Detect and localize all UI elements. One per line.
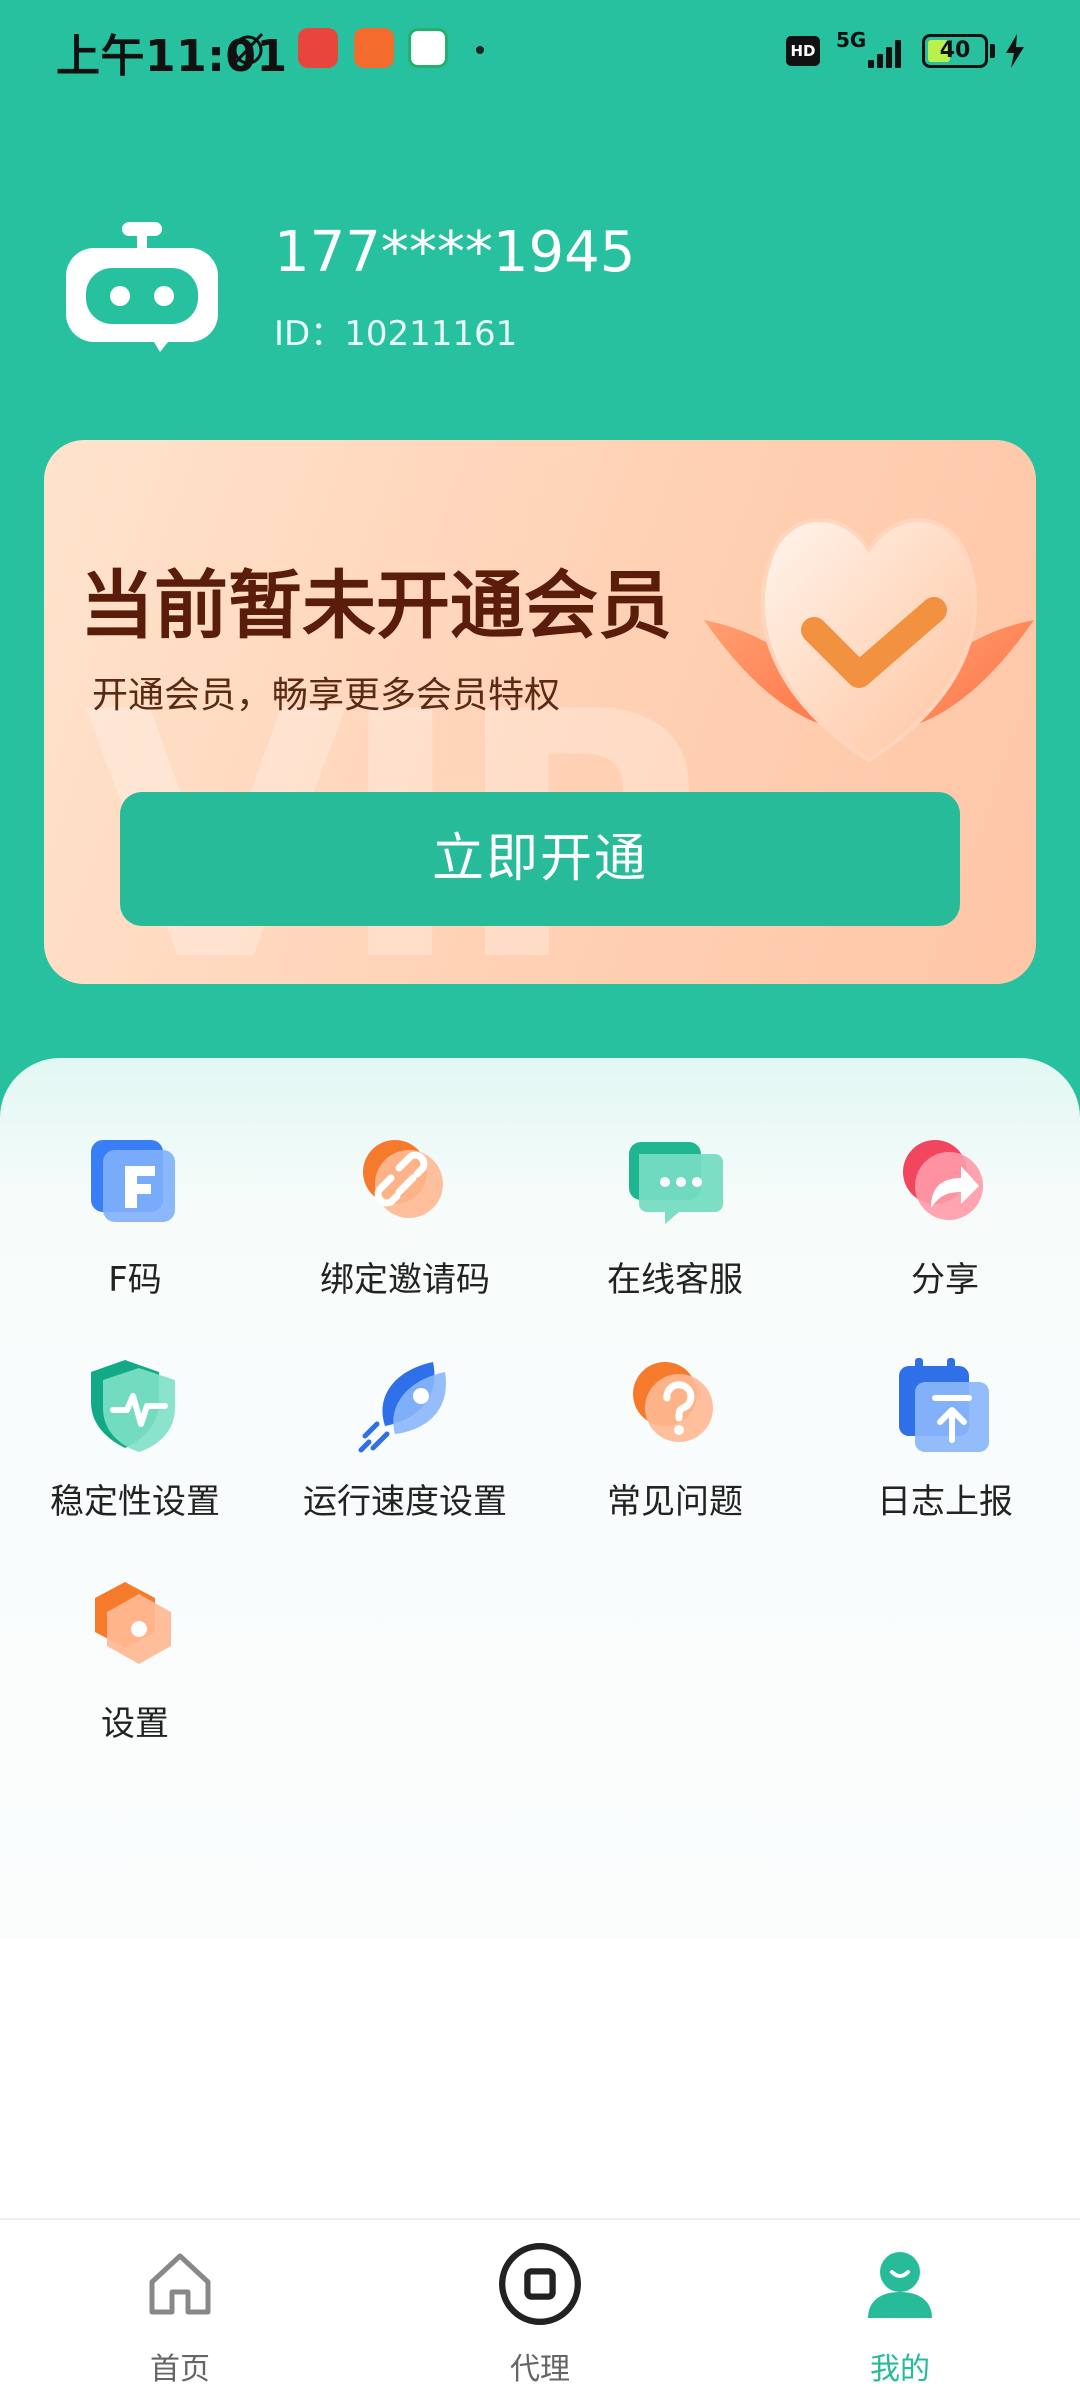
- menu-item-f-code[interactable]: F码: [0, 1134, 270, 1314]
- app-notification-icon: [298, 28, 338, 68]
- message-app-icon: [408, 28, 448, 68]
- f-code-icon: [91, 1140, 175, 1222]
- battery-icon: 40: [922, 34, 988, 68]
- battery-percent: 40: [939, 38, 971, 63]
- profile-icon: [868, 2252, 932, 2318]
- menu-label: 设置: [101, 1704, 169, 1744]
- shield-pulse-icon: [91, 1360, 175, 1452]
- vip-badge-icon: [704, 518, 1034, 763]
- menu-item-settings[interactable]: 设置: [0, 1578, 270, 1758]
- menu-label: F码: [108, 1260, 162, 1300]
- vip-status-title: 当前暂未开通会员: [80, 563, 672, 649]
- robot-face-icon[interactable]: [64, 214, 220, 354]
- menu-label: 稳定性设置: [50, 1482, 220, 1522]
- vip-status-subtitle: 开通会员，畅享更多会员特权: [92, 675, 561, 716]
- nav-label-proxy: 代理: [510, 2352, 570, 2387]
- calendar-upload-icon: [899, 1358, 989, 1452]
- nav-item-home[interactable]: 首页: [0, 2220, 360, 2400]
- account-phone: 177****1945: [274, 220, 636, 285]
- menu-label: 分享: [911, 1260, 979, 1300]
- charging-icon: [1006, 34, 1024, 68]
- account-id: ID：10211161: [274, 314, 518, 354]
- battery-nub: [990, 44, 995, 58]
- menu-label: 运行速度设置: [303, 1482, 507, 1522]
- activate-vip-button[interactable]: 立即开通: [120, 792, 960, 926]
- question-icon: [633, 1362, 713, 1442]
- alarm-off-icon: [232, 32, 264, 66]
- nav-item-mine[interactable]: 我的: [720, 2220, 1080, 2400]
- settings-icon: [95, 1582, 171, 1664]
- menu-item-online-support[interactable]: 在线客服: [540, 1134, 810, 1314]
- network-type: 5G: [836, 28, 867, 52]
- proxy-power-icon: [499, 2243, 581, 2325]
- share-icon: [903, 1140, 983, 1220]
- nav-label-mine: 我的: [870, 2352, 930, 2387]
- status-bar: 上午11:01 HD 5G 40: [0, 0, 1080, 110]
- menu-item-log-report[interactable]: 日志上报: [810, 1356, 1080, 1536]
- menu-label: 绑定邀请码: [320, 1260, 490, 1300]
- menu-panel: F码 绑定邀请码 在线客服 分享 稳定性设置 运行速度设置 常见问题 日志上报 …: [0, 1058, 1080, 1938]
- link-icon: [363, 1140, 443, 1218]
- bottom-nav: 首页 代理 我的: [0, 2218, 1080, 2400]
- hd-badge: HD: [786, 36, 820, 66]
- rocket-icon: [358, 1362, 446, 1453]
- signal-icon: [864, 38, 906, 68]
- menu-item-share[interactable]: 分享: [810, 1134, 1080, 1314]
- menu-item-bind-invite[interactable]: 绑定邀请码: [270, 1134, 540, 1314]
- menu-label: 日志上报: [877, 1482, 1013, 1522]
- nav-item-proxy[interactable]: 代理: [360, 2220, 720, 2400]
- more-notifications-dot: [476, 46, 484, 54]
- menu-item-speed[interactable]: 运行速度设置: [270, 1356, 540, 1536]
- vip-card: VIP 当前暂未开通会员 开通会员，畅享更多会员特权 立即开通: [44, 440, 1036, 984]
- home-icon: [149, 2253, 211, 2315]
- mi-store-icon: [354, 28, 394, 68]
- menu-label: 常见问题: [607, 1482, 743, 1522]
- chat-icon: [629, 1142, 723, 1224]
- nav-label-home: 首页: [150, 2352, 210, 2387]
- menu-item-faq[interactable]: 常见问题: [540, 1356, 810, 1536]
- menu-label: 在线客服: [607, 1260, 743, 1300]
- menu-item-stability[interactable]: 稳定性设置: [0, 1356, 270, 1536]
